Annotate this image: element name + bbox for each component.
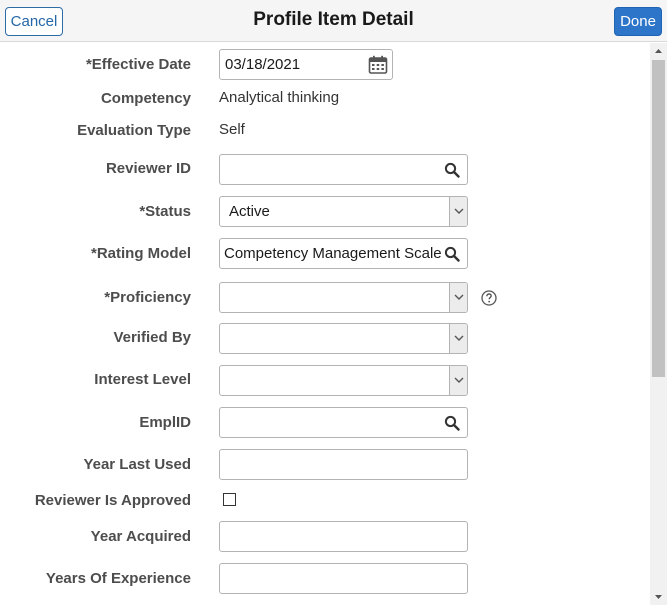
status-dropdown-button[interactable] (449, 197, 467, 226)
emplid-label: EmplID (139, 414, 191, 431)
page-header: Cancel Profile Item Detail Done (0, 0, 667, 42)
search-icon[interactable] (444, 162, 460, 178)
effective-date-field[interactable]: 03/18/2021 (219, 49, 393, 80)
scroll-down-arrow-icon[interactable] (650, 588, 667, 605)
verified-by-dropdown-button[interactable] (449, 324, 467, 353)
done-button[interactable]: Done (614, 7, 662, 36)
verified-by-label: Verified By (113, 329, 191, 346)
rating-model-label: *Rating Model (91, 245, 191, 262)
rating-model-field[interactable]: Competency Management Scale (219, 238, 468, 269)
status-value: Active (229, 203, 270, 220)
reviewer-is-approved-label: Reviewer Is Approved (34, 492, 191, 509)
rating-model-value: Competency Management Scale (224, 245, 442, 262)
verified-by-select[interactable] (219, 323, 468, 354)
scrollbar-thumb[interactable] (652, 60, 665, 377)
proficiency-select[interactable] (219, 282, 468, 313)
evaluation-type-label: Evaluation Type (77, 122, 191, 139)
interest-level-select[interactable] (219, 365, 468, 396)
vertical-scrollbar[interactable] (650, 43, 667, 605)
status-label: *Status (139, 203, 191, 220)
proficiency-dropdown-button[interactable] (449, 283, 467, 312)
proficiency-label: *Proficiency (104, 289, 191, 306)
reviewer-id-label: Reviewer ID (105, 160, 191, 177)
interest-level-dropdown-button[interactable] (449, 366, 467, 395)
effective-date-value: 03/18/2021 (225, 56, 301, 73)
effective-date-label: *Effective Date (85, 56, 191, 73)
year-acquired-label: Year Acquired (90, 528, 191, 545)
form-content: *Effective Date 03/18/2021 Competency An… (0, 43, 650, 605)
reviewer-is-approved-checkbox[interactable] (223, 493, 236, 506)
year-last-used-field[interactable] (219, 449, 468, 480)
reviewer-id-field[interactable] (219, 154, 468, 185)
competency-value: Analytical thinking (219, 89, 340, 106)
calendar-icon[interactable] (368, 55, 388, 75)
chevron-down-icon (454, 335, 464, 341)
search-icon[interactable] (444, 415, 460, 431)
search-icon[interactable] (444, 246, 460, 262)
interest-level-label: Interest Level (94, 371, 191, 388)
status-select[interactable]: Active (219, 196, 468, 227)
chevron-down-icon (454, 377, 464, 383)
scroll-up-arrow-icon[interactable] (650, 43, 667, 60)
help-icon[interactable] (481, 290, 497, 306)
competency-label: Competency (100, 90, 191, 107)
page-title: Profile Item Detail (253, 9, 414, 30)
year-acquired-field[interactable] (219, 521, 468, 552)
emplid-field[interactable] (219, 407, 468, 438)
evaluation-type-value: Self (219, 121, 245, 138)
year-last-used-label: Year Last Used (83, 456, 191, 473)
years-of-experience-field[interactable] (219, 563, 468, 594)
years-of-experience-label: Years Of Experience (45, 570, 191, 587)
chevron-down-icon (454, 294, 464, 300)
chevron-down-icon (454, 208, 464, 214)
